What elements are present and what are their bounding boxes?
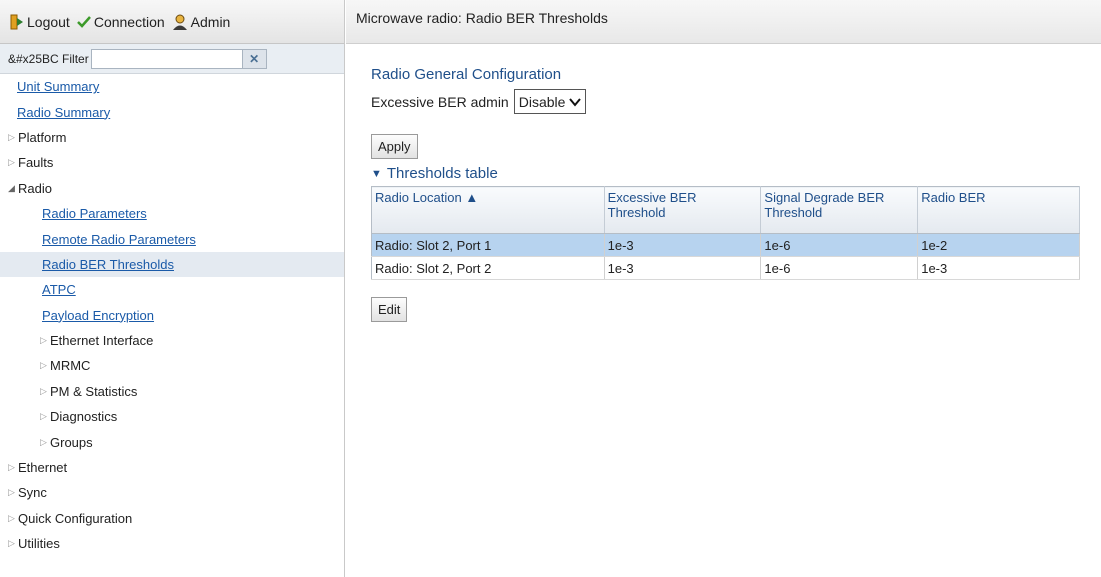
nav-item-label: Utilities: [18, 536, 60, 552]
nav-item-faults[interactable]: ▷ Faults: [0, 150, 344, 175]
nav-item-label: Diagnostics: [50, 409, 118, 425]
nav-item-remote-radio-parameters[interactable]: Remote Radio Parameters: [0, 226, 344, 251]
nav-item-label: PM & Statistics: [50, 383, 138, 399]
ber-admin-label: Excessive BER admin: [371, 93, 509, 110]
nav-item-unit-summary[interactable]: Unit Summary: [0, 74, 344, 99]
nav-item-label[interactable]: Radio BER Thresholds: [42, 257, 174, 272]
expand-arrow-icon[interactable]: ▷: [40, 437, 50, 448]
expand-arrow-icon[interactable]: ▷: [40, 386, 50, 397]
filter-label: &#x25BC Filter: [8, 51, 89, 66]
close-icon: ✕: [249, 51, 260, 66]
nav-item-label[interactable]: ATPC: [42, 282, 76, 297]
expand-arrow-icon[interactable]: ▷: [8, 487, 18, 498]
table-row[interactable]: Radio: Slot 2, Port 2 1e-3 1e-6 1e-3: [371, 256, 1080, 280]
expand-arrow-icon[interactable]: ▷: [8, 462, 18, 473]
nav-item-label[interactable]: Remote Radio Parameters: [42, 232, 196, 247]
page-content: Radio General Configuration Excessive BE…: [346, 66, 1101, 322]
admin-label: Admin: [190, 13, 231, 30]
nav-item-radio-parameters[interactable]: Radio Parameters: [0, 201, 344, 226]
column-header-radio-ber[interactable]: Radio BER: [917, 186, 1080, 234]
thresholds-table: Radio Location ▲ Excessive BER Threshold…: [371, 186, 1080, 280]
logout-icon: [10, 14, 24, 30]
chevron-down-icon: [569, 94, 582, 110]
apply-button[interactable]: Apply: [371, 134, 418, 159]
cell-signal-degrade: 1e-6: [760, 233, 919, 257]
section-title: Radio General Configuration: [371, 66, 562, 83]
nav-item-label: Faults: [18, 155, 54, 171]
logout-button[interactable]: Logout: [10, 14, 70, 30]
collapse-arrow-icon[interactable]: ◢: [8, 183, 18, 194]
nav-item-groups[interactable]: ▷ Groups: [0, 429, 344, 454]
nav-item-label: Platform: [18, 129, 67, 145]
nav-item-radio-ber-thresholds[interactable]: Radio BER Thresholds: [0, 251, 344, 278]
expand-arrow-icon[interactable]: ▷: [40, 335, 50, 346]
nav-item-label[interactable]: Payload Encryption: [42, 308, 154, 323]
cell-radio-location: Radio: Slot 2, Port 2: [371, 256, 605, 280]
cell-radio-ber: 1e-3: [917, 256, 1080, 280]
nav-item-diagnostics[interactable]: ▷ Diagnostics: [0, 404, 344, 429]
table-row[interactable]: Radio: Slot 2, Port 1 1e-3 1e-6 1e-2: [371, 233, 1080, 257]
page-header: Microwave radio: Radio BER Thresholds: [346, 0, 1101, 44]
nav-item-sync[interactable]: ▷ Sync: [0, 480, 344, 505]
collapse-arrow-icon: ▼: [371, 167, 382, 180]
nav-item-payload-encryption[interactable]: Payload Encryption: [0, 303, 344, 328]
edit-button[interactable]: Edit: [371, 297, 408, 322]
column-header-signal-degrade[interactable]: Signal Degrade BER Threshold: [760, 186, 919, 234]
nav-item-quick-configuration[interactable]: ▷ Quick Configuration: [0, 506, 344, 531]
nav-item-label[interactable]: Radio Summary: [8, 105, 110, 120]
nav-item-platform[interactable]: ▷ Platform: [0, 125, 344, 150]
nav-item-utilities[interactable]: ▷ Utilities: [0, 531, 344, 556]
filter-bar: &#x25BC Filter ✕: [0, 44, 344, 74]
admin-button[interactable]: Admin: [172, 13, 231, 30]
ber-admin-row: Excessive BER admin Disable: [371, 89, 1101, 114]
column-header-excessive-ber[interactable]: Excessive BER Threshold: [604, 186, 762, 234]
expand-arrow-icon[interactable]: ▷: [8, 513, 18, 524]
cell-radio-location: Radio: Slot 2, Port 1: [371, 233, 605, 257]
nav-item-label: Quick Configuration: [18, 510, 133, 526]
connection-button[interactable]: Connection: [76, 13, 165, 30]
page-title: Microwave radio: Radio BER Thresholds: [356, 10, 608, 26]
checkmark-icon: [76, 15, 91, 29]
nav-item-atpc[interactable]: ATPC: [0, 277, 344, 302]
expand-arrow-icon[interactable]: ▷: [40, 360, 50, 371]
nav-item-label: Ethernet Interface: [50, 333, 154, 349]
thresholds-table-title: Thresholds table: [386, 165, 498, 182]
filter-input[interactable]: [90, 48, 243, 69]
nav-item-label: MRMC: [50, 358, 91, 374]
main-panel: Microwave radio: Radio BER Thresholds Ra…: [346, 0, 1101, 577]
connection-label: Connection: [93, 13, 165, 30]
cell-radio-ber: 1e-2: [917, 233, 1080, 257]
nav-item-mrmc[interactable]: ▷ MRMC: [0, 353, 344, 378]
user-icon: [172, 14, 188, 30]
expand-arrow-icon[interactable]: ▷: [8, 538, 18, 549]
nav-item-label: Radio: [18, 180, 52, 196]
nav-item-ethernet-interface[interactable]: ▷ Ethernet Interface: [0, 328, 344, 353]
nav-item-radio-summary[interactable]: Radio Summary: [0, 99, 344, 124]
ber-admin-value: Disable: [518, 93, 566, 110]
nav-item-label[interactable]: Unit Summary: [8, 79, 99, 94]
nav-item-label: Groups: [50, 434, 93, 450]
expand-arrow-icon[interactable]: ▷: [8, 132, 18, 143]
nav-item-label: Ethernet: [18, 460, 68, 476]
column-header-radio-location[interactable]: Radio Location ▲: [371, 186, 605, 234]
ber-admin-select[interactable]: Disable: [513, 89, 587, 114]
nav-item-label: Sync: [18, 485, 47, 501]
nav-item-pm-statistics[interactable]: ▷ PM & Statistics: [0, 379, 344, 404]
logout-label: Logout: [27, 13, 70, 30]
top-toolbar: Logout Connection Admin: [0, 0, 344, 44]
cell-signal-degrade: 1e-6: [760, 256, 919, 280]
cell-excessive-ber: 1e-3: [604, 256, 762, 280]
navigation-tree: Unit Summary Radio Summary ▷ Platform ▷ Fa…: [0, 74, 344, 556]
expand-arrow-icon[interactable]: ▷: [40, 411, 50, 422]
expand-arrow-icon[interactable]: ▷: [8, 157, 18, 168]
nav-item-radio[interactable]: ◢ Radio: [0, 176, 344, 201]
nav-item-label[interactable]: Radio Parameters: [42, 206, 147, 221]
cell-excessive-ber: 1e-3: [604, 233, 762, 257]
clear-filter-button[interactable]: ✕: [242, 48, 267, 69]
table-header-row: Radio Location ▲ Excessive BER Threshold…: [371, 186, 1080, 234]
nav-item-ethernet[interactable]: ▷ Ethernet: [0, 455, 344, 480]
thresholds-table-toggle[interactable]: ▼ Thresholds table: [371, 165, 1101, 182]
navigation-panel: Logout Connection Admin &#x25BC Filter ✕…: [0, 0, 345, 577]
